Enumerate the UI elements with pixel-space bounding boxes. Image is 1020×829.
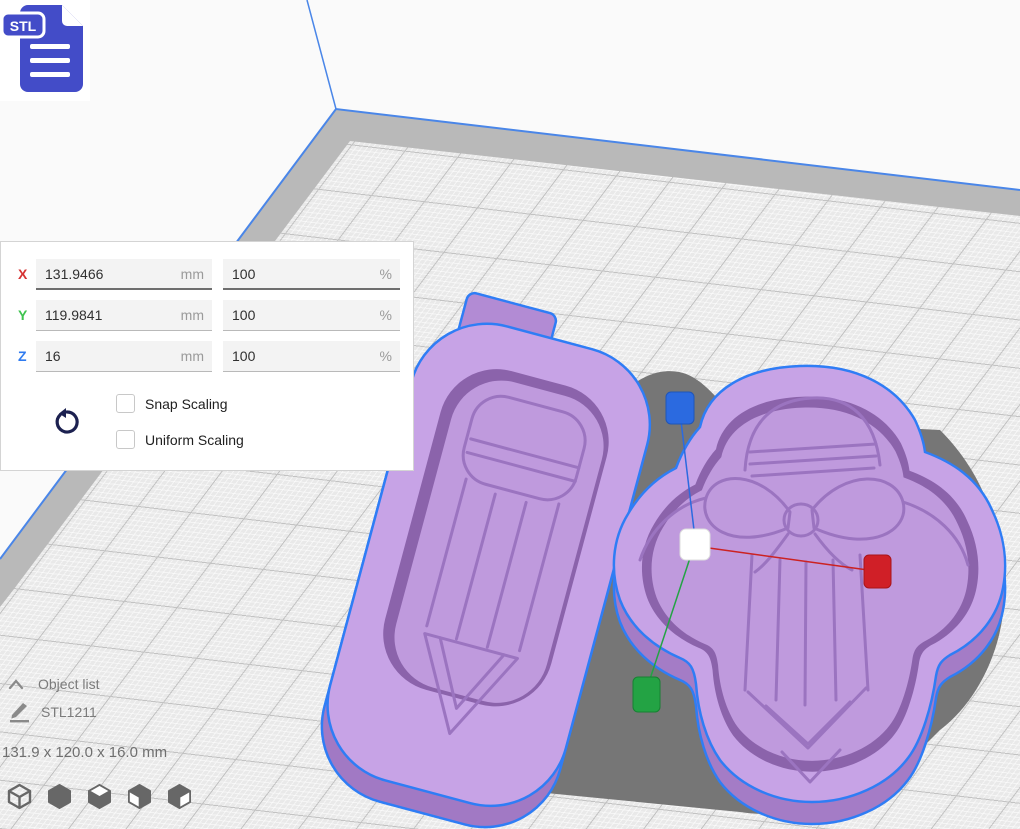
object-list-title: Object list xyxy=(38,676,99,692)
stl-document-icon: STL xyxy=(0,0,90,101)
view-orientation-toolbar xyxy=(6,783,193,810)
scale-z-percent-input[interactable] xyxy=(223,341,400,371)
axis-x-label: X xyxy=(18,266,36,282)
chevron-up-icon xyxy=(8,679,24,690)
reset-scale-button[interactable] xyxy=(53,408,81,436)
scale-x-percent-input[interactable] xyxy=(223,259,400,288)
scale-handle-z[interactable] xyxy=(666,392,694,424)
uniform-scaling-label: Uniform Scaling xyxy=(145,432,244,448)
scale-y-percent-input[interactable] xyxy=(223,300,400,330)
scale-handle-center[interactable] xyxy=(680,529,710,560)
uniform-scaling-checkbox[interactable] xyxy=(116,430,135,449)
snap-scaling-label: Snap Scaling xyxy=(145,396,228,412)
view-right-button[interactable] xyxy=(166,783,193,810)
reset-icon xyxy=(53,408,81,436)
scale-row-y: Y mm % xyxy=(1,300,413,331)
view-3d-button[interactable] xyxy=(6,783,33,810)
build-volume-corner-line xyxy=(307,0,336,109)
scale-x-mm-input[interactable] xyxy=(36,259,212,288)
object-list-header[interactable]: Object list xyxy=(8,676,99,692)
stl-file-badge: STL xyxy=(0,0,90,101)
scale-row-z: Z mm % xyxy=(1,341,413,372)
view-right-icon xyxy=(166,783,193,810)
axis-z-label: Z xyxy=(18,348,36,364)
snap-scaling-checkbox[interactable] xyxy=(116,394,135,413)
uniform-scaling-option: Uniform Scaling xyxy=(116,430,244,449)
object-item-name: STL1211 xyxy=(41,704,97,720)
axis-y-label: Y xyxy=(18,307,36,323)
view-front-icon xyxy=(46,783,73,810)
scale-handle-y[interactable] xyxy=(633,677,660,712)
scale-z-mm-input[interactable] xyxy=(36,341,212,371)
edit-pencil-icon xyxy=(8,700,31,723)
object-list-item[interactable]: STL1211 xyxy=(8,700,97,723)
view-left-button[interactable] xyxy=(126,783,153,810)
scale-y-mm-input[interactable] xyxy=(36,300,212,330)
snap-scaling-option: Snap Scaling xyxy=(116,394,228,413)
view-top-button[interactable] xyxy=(86,783,113,810)
scale-tool-panel: X mm % Y mm % Z mm % xyxy=(0,241,414,471)
view-top-icon xyxy=(86,783,113,810)
view-front-button[interactable] xyxy=(46,783,73,810)
model-dimensions-readout: 131.9 x 120.0 x 16.0 mm xyxy=(2,744,167,761)
scale-handle-x[interactable] xyxy=(864,555,891,588)
scale-row-x: X mm % xyxy=(1,259,413,290)
view-3d-icon xyxy=(6,783,33,810)
stl-badge-label: STL xyxy=(10,18,37,34)
view-left-icon xyxy=(126,783,153,810)
